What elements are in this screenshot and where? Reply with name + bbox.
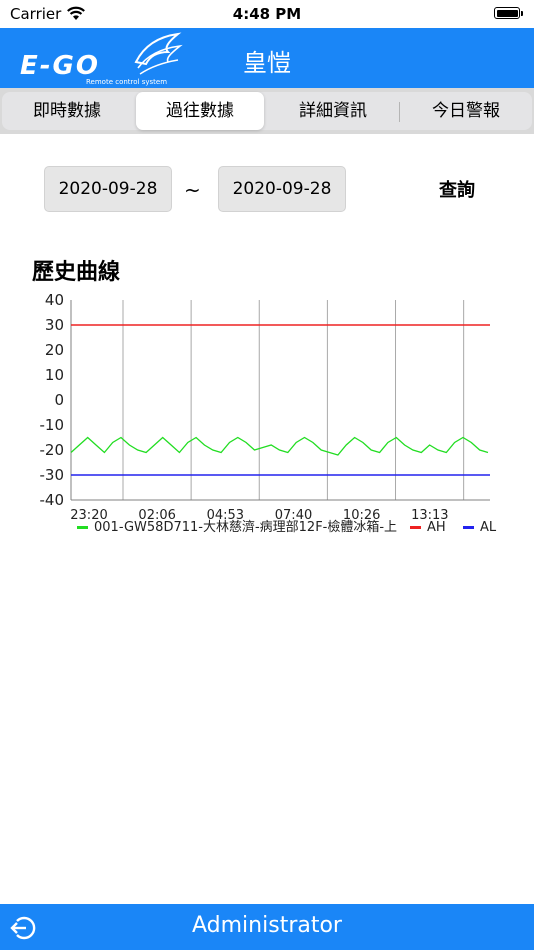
date-range-separator: ~ bbox=[184, 178, 201, 202]
y-tick-label: -20 bbox=[40, 441, 65, 459]
segment-divider bbox=[399, 102, 400, 122]
nav-bar: E-GO Remote control system 皇愷 bbox=[0, 28, 534, 88]
chart-section-title: 歷史曲線 bbox=[32, 260, 121, 285]
end-date-field[interactable]: 2020-09-28 bbox=[218, 166, 346, 212]
y-tick-label: -40 bbox=[40, 491, 65, 509]
y-tick-label: 40 bbox=[45, 291, 64, 309]
legend-swatch bbox=[77, 526, 88, 529]
battery-tip bbox=[521, 11, 523, 16]
y-tick-label: 20 bbox=[45, 341, 64, 359]
status-bar: Carrier 4:48 PM bbox=[0, 0, 534, 28]
current-user-label: Administrator bbox=[192, 913, 342, 938]
legend-label: 001-GW58D711-大林慈濟-病理部12F-檢體冰箱-上 bbox=[94, 519, 397, 535]
logo-subtitle: Remote control system bbox=[86, 78, 167, 86]
legend-label: AL bbox=[480, 520, 497, 535]
legend-swatch bbox=[463, 526, 474, 529]
start-date-field[interactable]: 2020-09-28 bbox=[44, 166, 172, 212]
y-tick-label: 10 bbox=[45, 366, 64, 384]
page-title: 皇愷 bbox=[243, 49, 291, 77]
tab-details[interactable]: 詳細資訊 bbox=[272, 92, 394, 130]
y-tick-label: 0 bbox=[54, 391, 64, 409]
tab-realtime-data[interactable]: 即時數據 bbox=[6, 92, 128, 130]
bottom-bar: Administrator bbox=[0, 904, 534, 950]
query-button[interactable]: 查詢 bbox=[420, 176, 494, 204]
y-tick-label: -10 bbox=[40, 416, 65, 434]
y-tick-label: 30 bbox=[45, 316, 64, 334]
segmented-control: 即時數據 過往數據 詳細資訊 今日警報 bbox=[0, 88, 534, 134]
battery-icon bbox=[494, 7, 520, 19]
series-line-temperature bbox=[70, 436, 489, 456]
history-line-chart: 403020100-10-20-30-4023:20 02:06 04:53 07:4… bbox=[40, 291, 497, 535]
legend-swatch bbox=[410, 526, 421, 529]
tab-today-alarms[interactable]: 今日警報 bbox=[404, 92, 528, 130]
clock: 4:48 PM bbox=[232, 5, 302, 23]
legend-label: AH bbox=[427, 520, 446, 535]
tab-historical-data[interactable]: 過往數據 bbox=[136, 92, 264, 130]
y-tick-label: -30 bbox=[40, 466, 65, 484]
